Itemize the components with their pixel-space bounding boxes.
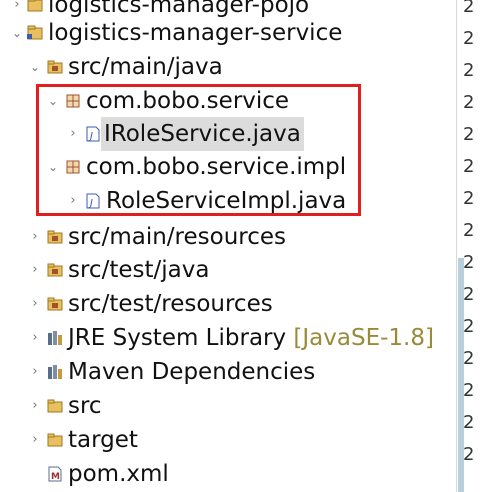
tree-item-decoration: [JavaSE-1.8] (293, 325, 434, 351)
java-file-icon: J (84, 192, 102, 210)
tree-item-label: RoleServiceImpl.java (106, 188, 347, 214)
tree-item-pom-xml[interactable]: M pom.xml (0, 457, 456, 491)
tree-item-label: src/test/resources (68, 291, 273, 317)
tree-item-label: JRE System Library [JavaSE-1.8] (68, 321, 434, 355)
chevron-right-icon[interactable]: › (28, 321, 42, 355)
tree-item-label: pom.xml (68, 461, 169, 487)
line-number: 2 (463, 412, 475, 433)
line-number: 2 (463, 28, 475, 49)
tree-item-src[interactable]: › src (0, 389, 456, 423)
tree-item-label: src/main/java (68, 54, 223, 80)
tree-item-logistics-manager-service[interactable]: ⌄ logistics-manager-service (0, 16, 456, 50)
chevron-down-icon[interactable]: ⌄ (28, 50, 42, 84)
package-icon (64, 92, 82, 110)
tree-item-label: target (68, 427, 138, 453)
chevron-down-icon[interactable]: ⌄ (46, 150, 60, 184)
tree-item-label-text: JRE System Library (68, 325, 287, 351)
chevron-down-icon[interactable]: ⌄ (46, 84, 60, 118)
line-number: 2 (463, 60, 475, 81)
tree-item-label: com.bobo.service (86, 88, 290, 114)
chevron-right-icon[interactable]: › (66, 117, 80, 151)
folder-icon (46, 397, 64, 415)
tree-item-RoleServiceImpl-java[interactable]: › J RoleServiceImpl.java (0, 184, 456, 218)
project-icon (26, 0, 44, 14)
tree-item-src-test-resources[interactable]: › src/test/resources (0, 287, 456, 321)
chevron-right-icon[interactable]: › (28, 355, 42, 389)
chevron-right-icon[interactable]: › (28, 389, 42, 423)
library-icon (46, 329, 64, 347)
chevron-right-icon[interactable]: › (28, 253, 42, 287)
source-folder-icon (46, 228, 64, 246)
line-number: 2 (463, 252, 475, 273)
tree-item-label: Maven Dependencies (68, 359, 316, 385)
source-folder-icon (46, 295, 64, 313)
tree-item-com-bobo-service-impl[interactable]: ⌄ com.bobo.service.impl (0, 150, 456, 184)
project-icon (26, 24, 44, 42)
line-number: 2 (463, 92, 475, 113)
chevron-right-icon[interactable]: › (28, 423, 42, 457)
source-folder-icon (46, 261, 64, 279)
folder-icon (46, 431, 64, 449)
tree-item-label: logistics-manager-service (48, 20, 343, 46)
tree-item-target[interactable]: › target (0, 423, 456, 457)
chevron-down-icon[interactable]: ⌄ (10, 16, 24, 50)
tree-item-IRoleService-java[interactable]: › J IRoleService.java (0, 117, 456, 151)
chevron-right-icon[interactable]: › (28, 220, 42, 254)
tree-item-com-bobo-service[interactable]: ⌄ com.bobo.service (0, 84, 456, 118)
tree-item-src-main-java[interactable]: ⌄ src/main/java (0, 50, 456, 84)
tree-item-label: IRoleService.java (101, 117, 304, 151)
svg-text:M: M (51, 472, 60, 482)
tree-item-maven-dependencies[interactable]: › Maven Dependencies (0, 355, 456, 389)
chevron-right-icon[interactable]: › (28, 287, 42, 321)
package-icon (64, 158, 82, 176)
tree-item-src-test-java[interactable]: › src/test/java (0, 253, 456, 287)
vertical-scrollbar[interactable] (458, 258, 464, 492)
tree-item-label: src/test/java (68, 257, 210, 283)
java-file-icon: J (84, 125, 102, 143)
tree-item-label: src/main/resources (68, 224, 287, 250)
tree-item-label: src (68, 393, 102, 419)
tree-item-jre-system-library[interactable]: › JRE System Library [JavaSE-1.8] (0, 321, 456, 355)
package-explorer-tree: › logistics-manager-pojo ⌄ logistics-man… (0, 0, 480, 492)
tree-item-label: com.bobo.service.impl (86, 154, 347, 180)
line-number: 2 (463, 0, 475, 17)
line-number: 2 (463, 284, 475, 305)
tree-item-src-main-resources[interactable]: › src/main/resources (0, 220, 456, 254)
line-number: 2 (463, 188, 475, 209)
line-number: 2 (463, 348, 475, 369)
line-number: 2 (463, 380, 475, 401)
line-number: 2 (463, 220, 475, 241)
source-folder-icon (46, 58, 64, 76)
line-number: 2 (463, 444, 475, 465)
line-number: 2 (463, 124, 475, 145)
chevron-right-icon[interactable]: › (66, 184, 80, 218)
line-number: 2 (463, 156, 475, 177)
line-number: 2 (463, 316, 475, 337)
maven-file-icon: M (46, 465, 64, 483)
library-icon (46, 363, 64, 381)
